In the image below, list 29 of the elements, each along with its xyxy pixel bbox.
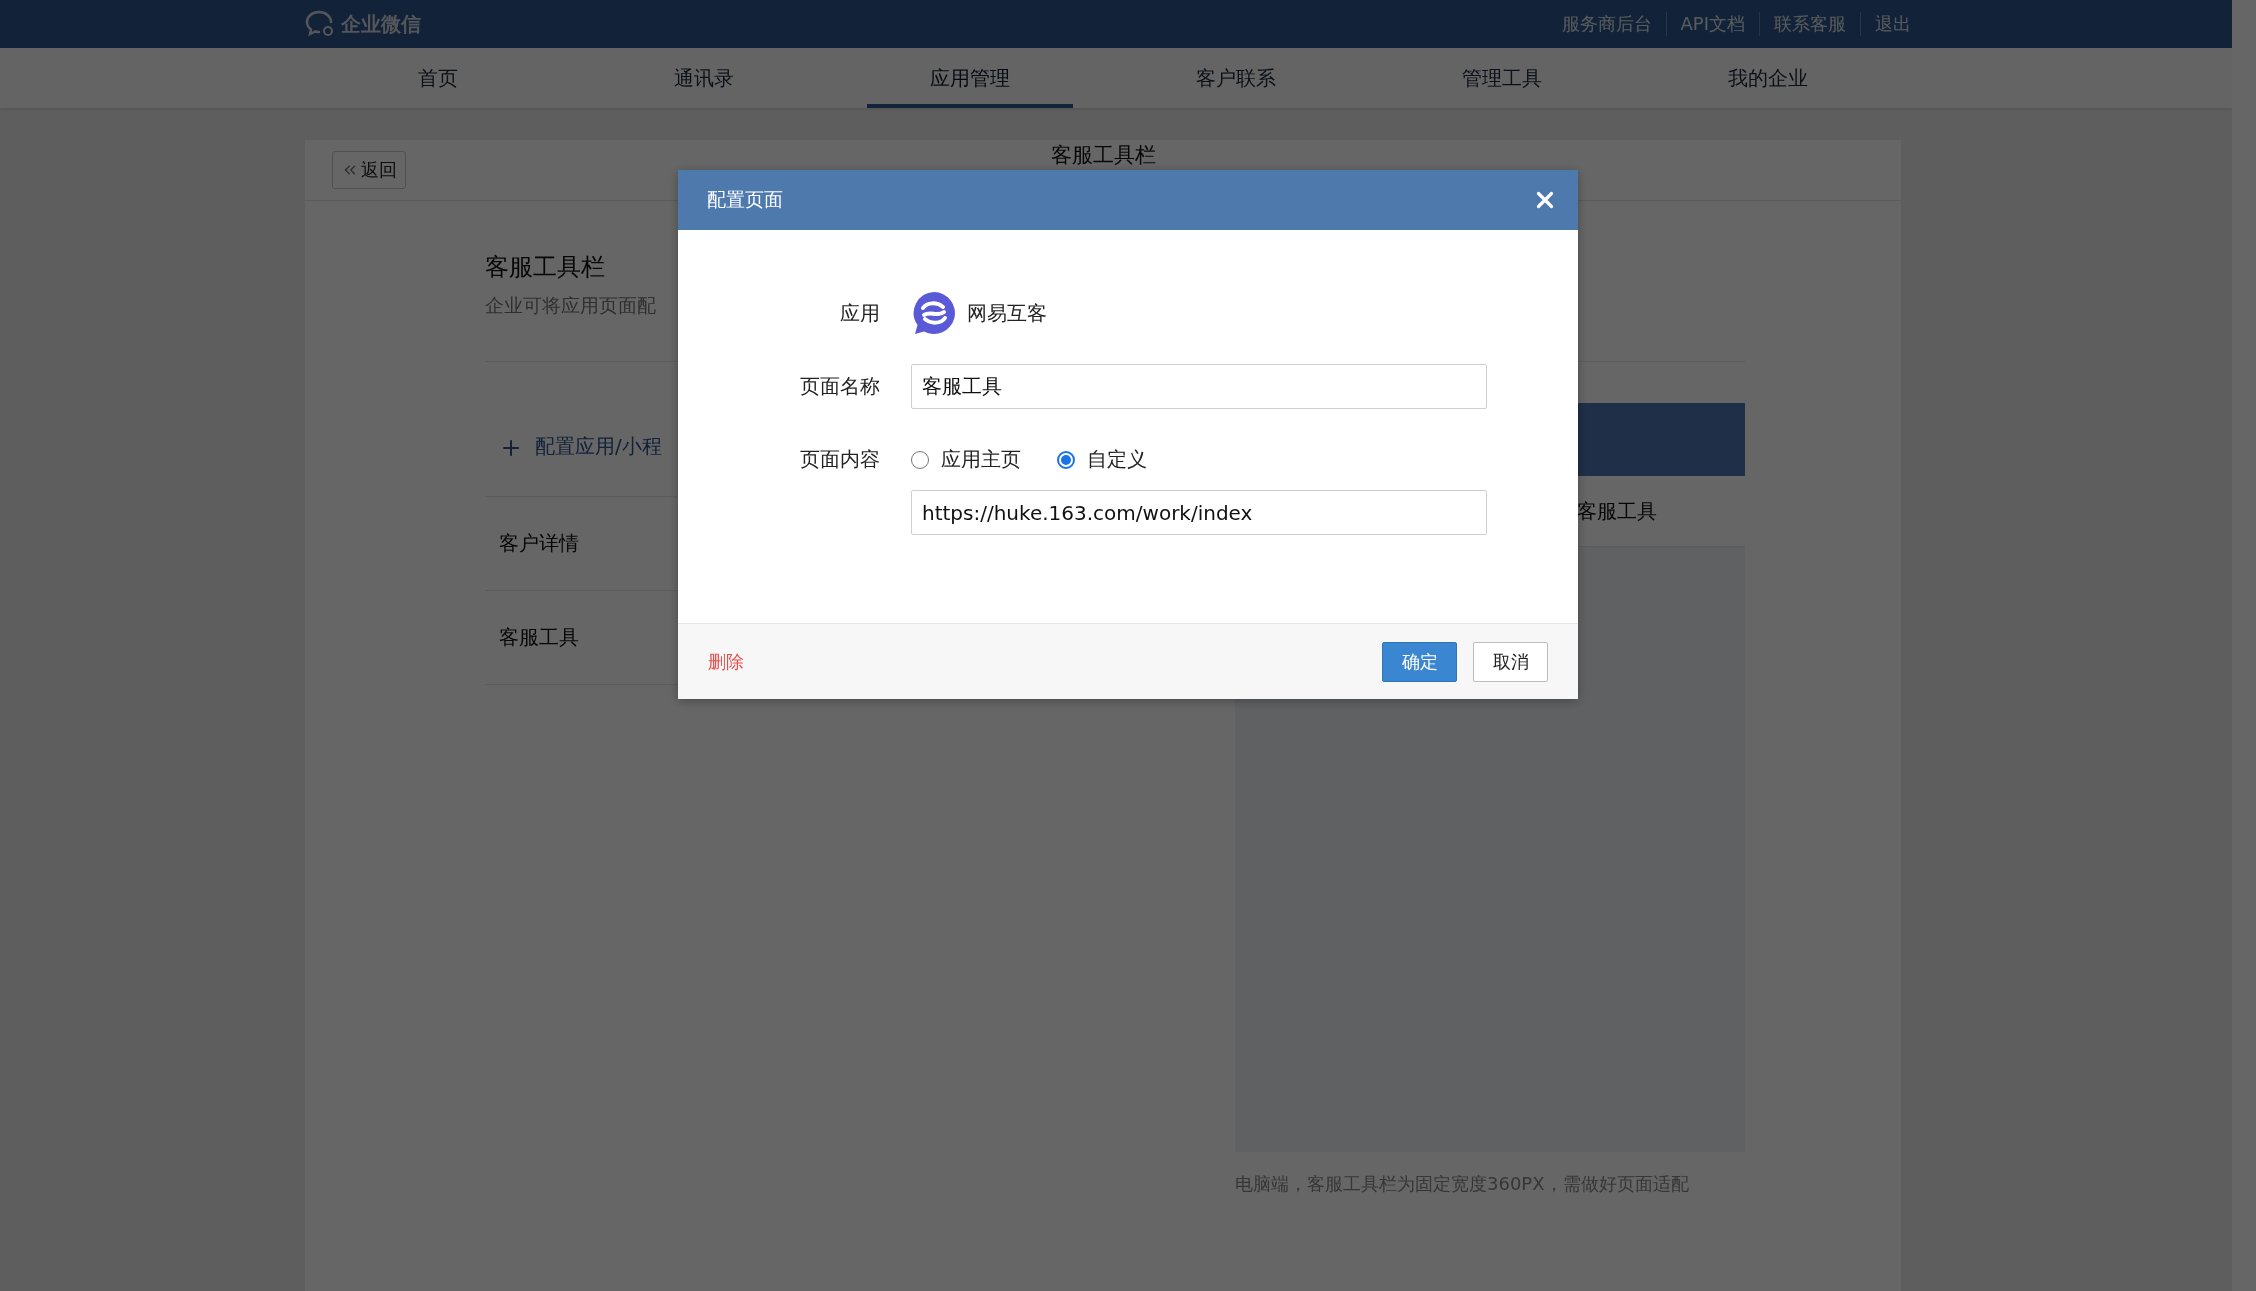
back-button[interactable]: 返回: [332, 151, 406, 189]
chat-bubble-icon: [305, 10, 335, 38]
input-field[interactable]: https://huke.163.com/work/index: [911, 490, 1487, 535]
nav-tab[interactable]: 首页: [335, 48, 541, 108]
header-link[interactable]: 退出: [1860, 12, 1925, 36]
header-link[interactable]: API文档: [1665, 12, 1759, 36]
radio-option[interactable]: 自定义: [1057, 446, 1147, 473]
nav-tab[interactable]: 应用管理: [867, 48, 1073, 108]
nav-tab[interactable]: 客户联系: [1133, 48, 1339, 108]
dialog-title: 配置页面: [707, 187, 783, 212]
app-logo-icon: [911, 290, 957, 336]
section-heading: 客服工具栏: [485, 252, 606, 283]
nav-tab[interactable]: 管理工具: [1399, 48, 1605, 108]
radio-button[interactable]: [1057, 450, 1075, 469]
input-field[interactable]: 客服工具: [911, 364, 1487, 409]
radio-option[interactable]: 应用主页: [911, 446, 1021, 473]
cancel-button[interactable]: 取消: [1473, 641, 1548, 682]
app-name: 网易互客: [967, 299, 1047, 327]
confirm-button[interactable]: 确定: [1382, 641, 1457, 682]
field-label: 页面内容: [799, 446, 881, 473]
field-label: 页面名称: [799, 373, 881, 400]
header-link[interactable]: 联系客服: [1759, 12, 1860, 36]
nav-tab[interactable]: 我的企业: [1665, 48, 1871, 108]
delete-link[interactable]: 删除: [708, 649, 744, 674]
page-title: 客服工具栏: [1050, 143, 1156, 168]
field-label: 应用: [839, 299, 881, 327]
logo-text: 企业微信: [341, 10, 421, 38]
header-link[interactable]: 服务商后台: [1547, 12, 1666, 36]
nav-tab[interactable]: 通讯录: [601, 48, 807, 108]
